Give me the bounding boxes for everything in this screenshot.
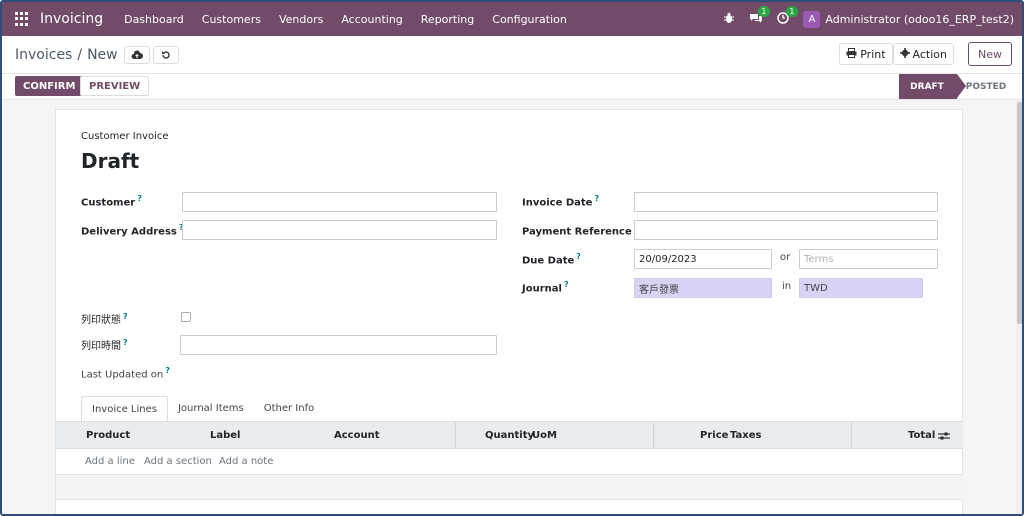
col-quantity[interactable]: Quantity	[485, 430, 534, 441]
messages-icon[interactable]: 1	[749, 5, 770, 27]
preview-button[interactable]: PREVIEW	[80, 76, 150, 96]
print-status-checkbox[interactable]	[181, 312, 191, 322]
col-label[interactable]: Label	[210, 430, 241, 441]
apps-grid-icon[interactable]	[15, 12, 29, 26]
menu-vendors[interactable]: Vendors	[270, 13, 332, 26]
tab-invoice-lines[interactable]: Invoice Lines	[81, 396, 168, 421]
menu-dashboard[interactable]: Dashboard	[115, 13, 193, 26]
due-date-input[interactable]: 20/09/2023	[634, 249, 772, 269]
col-taxes[interactable]: Taxes	[730, 430, 761, 441]
menu-reporting[interactable]: Reporting	[412, 13, 483, 26]
app-window: Invoicing Dashboard Customers Vendors Ac…	[0, 0, 1024, 516]
new-button[interactable]: New	[968, 42, 1012, 66]
delivery-address-label: Delivery Address?	[81, 223, 184, 238]
journal-label: Journal?	[522, 280, 569, 295]
print-label: Print	[860, 47, 886, 61]
payment-reference-input[interactable]	[634, 220, 938, 240]
customer-input[interactable]	[182, 192, 497, 212]
top-navbar: Invoicing Dashboard Customers Vendors Ac…	[2, 2, 1022, 36]
empty-table-row	[56, 475, 963, 500]
menu-customers[interactable]: Customers	[193, 13, 270, 26]
print-button[interactable]: Print	[839, 43, 893, 65]
user-menu[interactable]: Administrator (odoo16_ERP_test2)	[825, 13, 1014, 26]
add-a-section-link[interactable]: Add a section	[144, 456, 212, 467]
save-cloud-icon[interactable]	[123, 46, 150, 64]
breadcrumb-invoices[interactable]: Invoices	[15, 47, 72, 63]
col-total[interactable]: Total	[908, 430, 935, 441]
bug-icon[interactable]	[723, 12, 735, 27]
print-time-input[interactable]	[180, 335, 497, 355]
avatar[interactable]: A	[803, 10, 821, 28]
invoice-title: Draft	[81, 149, 140, 173]
status-bar: CONFIRM PREVIEW DRAFT POSTED	[2, 74, 1022, 100]
messages-badge: 1	[758, 5, 770, 17]
confirm-button[interactable]: CONFIRM	[15, 76, 84, 96]
scrollbar-thumb[interactable]	[1017, 102, 1022, 324]
gear-icon	[899, 47, 910, 61]
tab-other-info[interactable]: Other Info	[254, 396, 325, 421]
app-name[interactable]: Invoicing	[40, 11, 103, 27]
journal-select[interactable]: 客戶發票	[634, 278, 772, 298]
menu-accounting[interactable]: Accounting	[332, 13, 411, 26]
stage-draft[interactable]: DRAFT	[899, 74, 957, 99]
add-a-note-link[interactable]: Add a note	[219, 456, 273, 467]
payment-terms-input[interactable]: Terms	[799, 249, 938, 269]
navbar-systray: 1 1 A Administrator (odoo16_ERP_test2)	[723, 2, 1022, 36]
col-price[interactable]: Price	[700, 430, 728, 441]
action-button[interactable]: Action	[892, 43, 954, 65]
tab-journal-items[interactable]: Journal Items	[168, 396, 254, 421]
column-divider	[653, 422, 654, 448]
invoice-date-label: Invoice Date?	[522, 194, 600, 209]
delivery-address-input[interactable]	[182, 220, 497, 240]
stage-posted[interactable]: POSTED	[965, 74, 1007, 99]
breadcrumb-separator: /	[77, 47, 83, 63]
activity-clock-icon[interactable]: 1	[777, 5, 798, 27]
customer-label: Customer?	[81, 194, 142, 209]
last-updated-label: Last Updated on?	[81, 366, 170, 381]
print-status-label: 列印狀態?	[81, 311, 128, 326]
notebook-tabs: Invoice Lines Journal Items Other Info	[81, 396, 324, 421]
journal-in: in	[782, 281, 792, 292]
currency-select[interactable]: TWD	[799, 278, 923, 298]
add-a-line-link[interactable]: Add a line	[85, 456, 135, 467]
optional-columns-icon[interactable]	[938, 431, 950, 444]
add-line-row: Add a line Add a section Add a note	[56, 449, 963, 475]
discard-undo-icon[interactable]	[152, 46, 179, 64]
menu-configuration[interactable]: Configuration	[483, 13, 576, 26]
due-date-label: Due Date?	[522, 252, 581, 267]
column-divider	[455, 422, 456, 448]
payment-reference-label: Payment Reference?	[522, 223, 638, 238]
control-panel-actions: Print Action New	[839, 42, 1012, 66]
breadcrumb-current: New	[87, 47, 118, 63]
col-product[interactable]: Product	[86, 430, 130, 441]
activity-badge: 1	[786, 5, 798, 17]
invoice-lines-header: Product Label Account Quantity UoM Price…	[56, 421, 963, 449]
breadcrumb: Invoices / New	[15, 46, 179, 64]
col-uom[interactable]: UoM	[532, 430, 557, 441]
column-divider	[851, 422, 852, 448]
printer-icon	[846, 47, 857, 61]
invoice-date-input[interactable]	[634, 192, 938, 212]
col-account[interactable]: Account	[334, 430, 379, 441]
invoice-type-label: Customer Invoice	[81, 131, 169, 142]
action-label: Action	[912, 47, 947, 61]
control-panel: Invoices / New Print Action New	[2, 36, 1022, 74]
due-date-or: or	[780, 252, 791, 263]
print-time-label: 列印時間?	[81, 337, 128, 352]
